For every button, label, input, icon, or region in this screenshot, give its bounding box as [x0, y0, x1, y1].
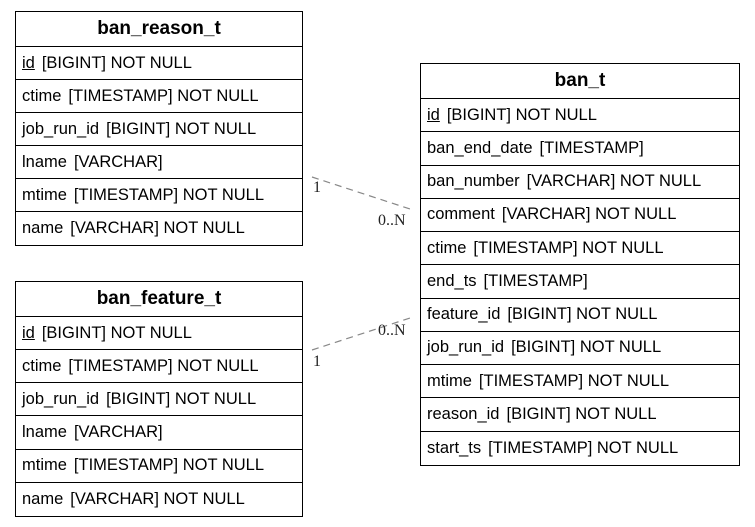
column-row[interactable]: end_ts [TIMESTAMP] [421, 265, 739, 299]
column-row[interactable]: mtime [TIMESTAMP] NOT NULL [16, 450, 302, 483]
edge-ban-reason-to-ban [311, 176, 411, 210]
table-title: ban_t [421, 64, 739, 99]
column-row[interactable]: id [BIGINT] NOT NULL [421, 99, 739, 133]
column-type: [BIGINT] NOT NULL [507, 305, 658, 324]
column-type: [BIGINT] NOT NULL [106, 389, 257, 408]
column-row[interactable]: name [VARCHAR] NOT NULL [16, 212, 302, 245]
column-row[interactable]: job_run_id [BIGINT] NOT NULL [16, 383, 302, 417]
primary-key-name: id [427, 105, 440, 124]
table-ban-t[interactable]: ban_tid [BIGINT] NOT NULL ban_end_date [TIM… [420, 63, 740, 466]
column-type: [TIMESTAMP] NOT NULL [68, 356, 259, 375]
column-name: job_run_id [22, 389, 100, 408]
column-row[interactable]: start_ts [TIMESTAMP] NOT NULL [421, 432, 739, 465]
column-row[interactable]: ctime [TIMESTAMP] NOT NULL [16, 80, 302, 113]
column-type: [VARCHAR] NOT NULL [501, 205, 677, 224]
primary-key-name: id [22, 323, 35, 342]
table-ban-reason-t[interactable]: ban_reason_tid [BIGINT] NOT NULL ctime [TIM… [15, 11, 303, 246]
edge-label-from: 1 [313, 179, 321, 196]
column-type: [TIMESTAMP] [483, 271, 588, 290]
column-type: [BIGINT] NOT NULL [446, 105, 597, 124]
primary-key-name: id [22, 53, 35, 72]
column-row[interactable]: job_run_id [BIGINT] NOT NULL [421, 332, 739, 366]
column-row[interactable]: id [BIGINT] NOT NULL [16, 317, 302, 351]
column-type: [BIGINT] NOT NULL [41, 323, 192, 342]
column-type: [BIGINT] NOT NULL [106, 119, 257, 138]
column-type: [VARCHAR] NOT NULL [70, 219, 245, 237]
column-name: ban_end_date [427, 138, 533, 157]
column-row[interactable]: lname [VARCHAR] [16, 416, 302, 450]
column-type: [TIMESTAMP] NOT NULL [488, 438, 679, 457]
column-name: end_ts [427, 271, 477, 290]
column-type: [VARCHAR] [73, 152, 163, 171]
column-name: mtime [22, 185, 67, 204]
table-title: ban_feature_t [16, 282, 302, 317]
column-type: [VARCHAR] NOT NULL [526, 172, 702, 191]
column-row[interactable]: job_run_id [BIGINT] NOT NULL [16, 113, 302, 146]
column-name: reason_id [427, 405, 500, 424]
column-name: feature_id [427, 305, 501, 324]
column-type: [TIMESTAMP] [539, 138, 644, 157]
column-name: ban_number [427, 172, 520, 191]
column-row[interactable]: lname [VARCHAR] [16, 146, 302, 179]
column-type: [VARCHAR] NOT NULL [70, 489, 245, 508]
column-row[interactable]: mtime [TIMESTAMP] NOT NULL [421, 365, 739, 399]
column-name: name [22, 489, 64, 508]
column-type: [TIMESTAMP] NOT NULL [73, 456, 265, 475]
column-type: [VARCHAR] [73, 423, 163, 442]
column-name: lname [22, 152, 67, 171]
column-type: [TIMESTAMP] NOT NULL [68, 86, 259, 105]
edge-label-from: 1 [313, 353, 321, 370]
column-name: ctime [22, 356, 62, 375]
column-name: job_run_id [22, 119, 100, 138]
column-type: [TIMESTAMP] NOT NULL [478, 371, 670, 390]
column-name: name [22, 219, 64, 237]
column-row[interactable]: comment [VARCHAR] NOT NULL [421, 199, 739, 233]
column-row[interactable]: mtime [TIMESTAMP] NOT NULL [16, 179, 302, 212]
column-type: [BIGINT] NOT NULL [41, 53, 192, 72]
column-type: [BIGINT] NOT NULL [506, 405, 657, 424]
edge-label-to: 0..N [378, 322, 406, 339]
column-row[interactable]: feature_id [BIGINT] NOT NULL [421, 299, 739, 332]
column-name: comment [427, 205, 495, 224]
column-name: start_ts [427, 438, 482, 457]
column-row[interactable]: ctime [TIMESTAMP] NOT NULL [421, 232, 739, 266]
column-row[interactable]: ctime [TIMESTAMP] NOT NULL [16, 350, 302, 384]
column-row[interactable]: name [VARCHAR] NOT NULL [16, 483, 302, 516]
column-type: [TIMESTAMP] NOT NULL [73, 185, 265, 204]
column-row[interactable]: id [BIGINT] NOT NULL [16, 47, 302, 80]
column-row[interactable]: ban_end_date [TIMESTAMP] [421, 132, 739, 166]
table-ban-feature-t[interactable]: ban_feature_tid [BIGINT] NOT NULL ctime [TI… [15, 281, 303, 517]
table-title: ban_reason_t [16, 12, 302, 47]
column-name: ctime [427, 238, 467, 257]
column-name: ctime [22, 86, 62, 105]
column-type: [TIMESTAMP] NOT NULL [473, 238, 664, 257]
column-name: job_run_id [427, 338, 505, 357]
column-row[interactable]: reason_id [BIGINT] NOT NULL [421, 398, 739, 432]
column-row[interactable]: ban_number [VARCHAR] NOT NULL [421, 166, 739, 199]
column-name: mtime [427, 371, 472, 390]
column-name: mtime [22, 456, 67, 475]
edge-label-to: 0..N [378, 212, 406, 229]
column-type: [BIGINT] NOT NULL [511, 338, 662, 357]
column-name: lname [22, 423, 67, 442]
